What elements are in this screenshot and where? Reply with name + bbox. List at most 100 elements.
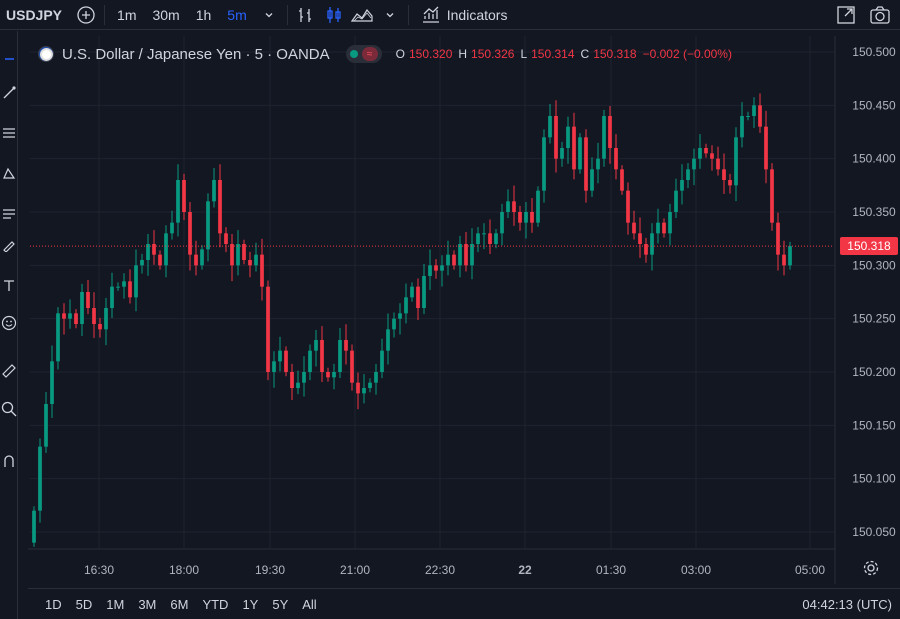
x-tick-label: 22 (518, 563, 532, 577)
range-all[interactable]: All (295, 597, 323, 612)
y-tick-label: 150.500 (852, 45, 896, 59)
indicators-button[interactable]: Indicators (413, 0, 516, 30)
ohlc-values: O 150.320 H 150.326 L 150.314 C 150.318 −0.0… (396, 47, 734, 61)
candle-body (566, 126, 570, 148)
candle-body (296, 382, 300, 388)
candle-body (722, 169, 726, 180)
fullscreen-icon[interactable] (832, 0, 860, 30)
drawing-toolbar (0, 31, 18, 619)
x-tick-label: 01:30 (596, 563, 626, 577)
candle-body (500, 212, 504, 234)
candle-body (326, 372, 330, 378)
emoji-icon[interactable] (0, 313, 18, 333)
range-1m[interactable]: 1M (99, 597, 131, 612)
candle-body (110, 286, 114, 308)
candle-body (746, 116, 750, 117)
chart-pane[interactable]: 150.500 150.450 150.400 150.350 150.300 150.2… (28, 36, 900, 584)
candle-body (386, 329, 390, 351)
candle-body (644, 244, 648, 255)
range-ytd[interactable]: YTD (195, 597, 235, 612)
candle-body (698, 148, 702, 159)
x-tick-label: 19:30 (255, 563, 285, 577)
candle-body (728, 180, 732, 186)
low-value: 150.314 (531, 47, 575, 61)
candle-body (428, 265, 432, 276)
candle-body (398, 313, 402, 319)
candle-body (356, 382, 360, 394)
candle-body (248, 260, 252, 266)
fib-retracement-icon[interactable] (0, 123, 18, 143)
toolbar-divider (286, 4, 288, 25)
trend-line-icon[interactable] (0, 83, 18, 103)
candle-body (452, 254, 456, 266)
indicators-icon (422, 6, 439, 23)
candle-body (182, 180, 186, 212)
chevron-down-icon[interactable] (376, 0, 404, 30)
timeframe-30m[interactable]: 30m (144, 0, 187, 30)
candle-body (470, 244, 474, 266)
text-icon[interactable] (0, 275, 18, 295)
candle-body (80, 292, 84, 324)
candle-body (170, 222, 174, 234)
candle-body (422, 276, 426, 308)
candle-body (50, 361, 54, 404)
timeframe-5m[interactable]: 5m (219, 0, 254, 30)
candle-body (512, 201, 516, 212)
candle-body (392, 318, 396, 330)
candle-body (152, 244, 156, 255)
gear-icon[interactable] (862, 559, 880, 577)
y-tick-label: 150.350 (852, 205, 896, 219)
candle-body (572, 126, 576, 170)
pattern-icon[interactable] (0, 163, 18, 183)
symbol-search-button[interactable]: USDJPY (0, 0, 72, 30)
candle-body (254, 254, 258, 266)
camera-icon[interactable] (866, 0, 894, 30)
candle-body (236, 244, 240, 266)
brush-icon[interactable] (0, 235, 18, 255)
candles-chart-icon[interactable] (320, 0, 348, 30)
candle-body (284, 350, 288, 372)
range-1d[interactable]: 1D (38, 597, 69, 612)
candle-body (368, 382, 372, 388)
candlestick-chart[interactable]: 150.500 150.450 150.400 150.350 150.300 150.2… (28, 36, 900, 584)
market-status-pill[interactable]: ≈ (345, 45, 382, 63)
range-5y[interactable]: 5Y (265, 597, 295, 612)
y-tick-label: 150.100 (852, 472, 896, 486)
candle-body (710, 153, 714, 159)
prediction-icon[interactable] (0, 203, 18, 223)
magnet-icon[interactable] (0, 451, 18, 471)
candle-body (44, 404, 48, 447)
area-chart-icon[interactable] (348, 0, 376, 30)
utc-clock[interactable]: 04:42:13 (UTC) (802, 597, 892, 612)
range-1y[interactable]: 1Y (235, 597, 265, 612)
indicators-label: Indicators (446, 6, 508, 23)
candle-body (788, 246, 792, 266)
candle-body (518, 212, 522, 223)
candle-body (650, 233, 654, 255)
range-6m[interactable]: 6M (163, 597, 195, 612)
candle-body (278, 350, 282, 362)
x-tick-label: 03:00 (681, 563, 711, 577)
toolbar-divider (104, 4, 106, 25)
candle-body (344, 340, 348, 351)
range-5d[interactable]: 5D (69, 597, 100, 612)
candle-body (620, 169, 624, 191)
zoom-icon[interactable] (0, 399, 18, 419)
cursor-icon[interactable] (0, 45, 18, 65)
candle-body (680, 180, 684, 191)
compare-add-icon[interactable] (72, 0, 100, 30)
ruler-icon[interactable] (0, 361, 18, 381)
candle-body (530, 212, 534, 223)
candle-body (104, 308, 108, 330)
timeframe-1h[interactable]: 1h (188, 0, 220, 30)
timeframe-1m[interactable]: 1m (109, 0, 144, 30)
candle-body (626, 190, 630, 223)
x-tick-label: 18:00 (169, 563, 199, 577)
candle-body (164, 233, 168, 266)
candle-body (404, 297, 408, 314)
bottom-toolbar: 1D 5D 1M 3M 6M YTD 1Y 5Y All 04:42:13 (U… (28, 588, 900, 619)
candle-body (716, 158, 720, 170)
chevron-down-icon[interactable] (255, 0, 283, 30)
range-3m[interactable]: 3M (131, 597, 163, 612)
bars-chart-icon[interactable] (292, 0, 320, 30)
